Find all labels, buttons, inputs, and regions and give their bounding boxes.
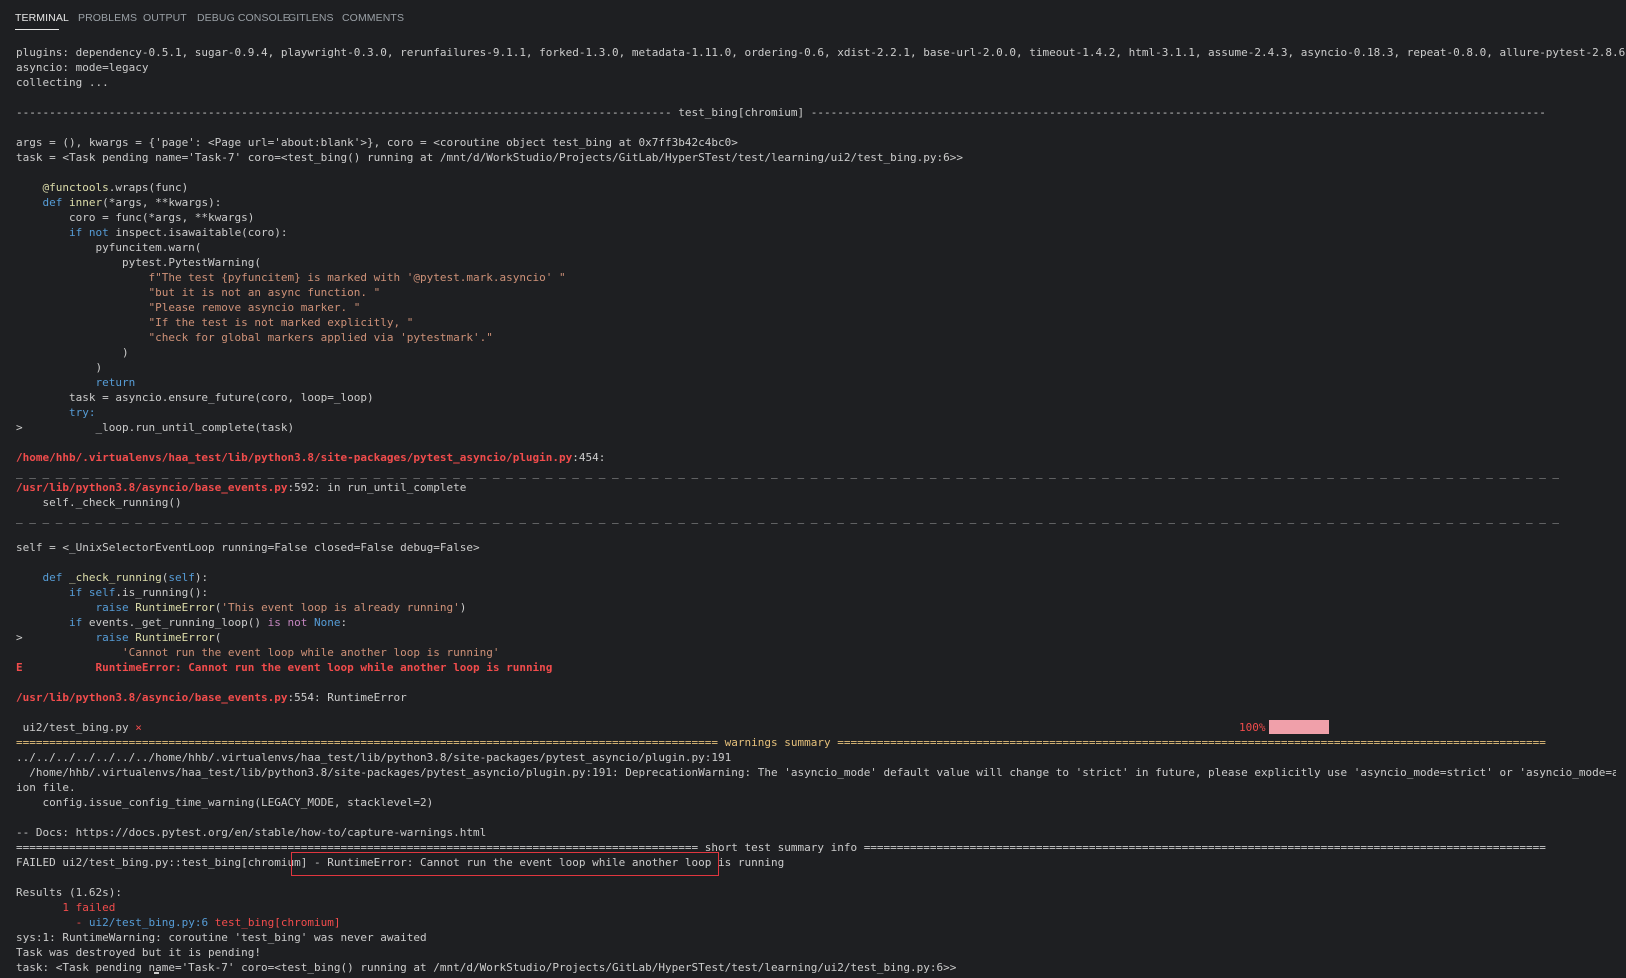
- terminal-line: Task was destroyed but it is pending!: [16, 946, 262, 959]
- code-line: if events._get_running_loop() is not Non…: [16, 616, 348, 629]
- code-line: > raise RuntimeError(: [16, 631, 222, 644]
- terminal-line: plugins: dependency-0.5.1, sugar-0.9.4, …: [16, 46, 1626, 59]
- terminal-line: asyncio: mode=legacy: [16, 61, 149, 74]
- code-line: 'Cannot run the event loop while another…: [16, 646, 500, 659]
- traceback-location: /usr/lib/python3.8/asyncio/base_events.p…: [16, 481, 467, 494]
- code-line: "but it is not an async function. ": [16, 286, 381, 299]
- failed-count: 1 failed: [16, 901, 116, 914]
- terminal-line: /home/hhb/.virtualenvs/haa_test/lib/pyth…: [16, 766, 1616, 779]
- code-line: try:: [16, 406, 96, 419]
- terminal-line: ion file.: [16, 781, 76, 794]
- terminal-line: ../../../../../../../home/hhb/.virtualen…: [16, 751, 732, 764]
- terminal-line: collecting ...: [16, 76, 109, 89]
- terminal-output[interactable]: plugins: dependency-0.5.1, sugar-0.9.4, …: [0, 0, 1626, 978]
- terminal-line: sys:1: RuntimeWarning: coroutine 'test_b…: [16, 931, 427, 944]
- progress-percent: 100%: [1239, 721, 1266, 734]
- traceback-location: /home/hhb/.virtualenvs/haa_test/lib/pyth…: [16, 451, 606, 464]
- terminal-line: self = <_UnixSelectorEventLoop running=F…: [16, 541, 480, 554]
- code-line: pytest.PytestWarning(: [16, 256, 262, 269]
- failed-item: - ui2/test_bing.py:6 test_bing[chromium]: [16, 916, 341, 929]
- terminal-cursor: [154, 972, 159, 974]
- test-file-progress: ui2/test_bing.py ×: [16, 721, 142, 734]
- code-line: def inner(*args, **kwargs):: [16, 196, 222, 209]
- code-line: "Please remove asyncio marker. ": [16, 301, 361, 314]
- error-highlight-box: [291, 852, 719, 876]
- traceback-location: /usr/lib/python3.8/asyncio/base_events.p…: [16, 691, 407, 704]
- code-line: > _loop.run_until_complete(task): [16, 421, 295, 434]
- terminal-line: task = <Task pending name='Task-7' coro=…: [16, 151, 964, 164]
- code-line: task = asyncio.ensure_future(coro, loop=…: [16, 391, 374, 404]
- code-line: def _check_running(self):: [16, 571, 209, 584]
- docs-link[interactable]: -- Docs: https://docs.pytest.org/en/stab…: [16, 825, 486, 840]
- code-line: if not inspect.isawaitable(coro):: [16, 226, 288, 239]
- code-line: "check for global markers applied via 'p…: [16, 331, 493, 344]
- terminal-line: config.issue_config_time_warning(LEGACY_…: [16, 796, 434, 809]
- code-line: @functools.wraps(func): [16, 181, 189, 194]
- code-line: coro = func(*args, **kwargs): [16, 211, 255, 224]
- code-line: self._check_running(): [16, 496, 182, 509]
- code-line: ): [16, 361, 103, 374]
- progress-bar: [1269, 720, 1329, 734]
- code-line: pyfuncitem.warn(: [16, 241, 202, 254]
- code-line: raise RuntimeError('This event loop is a…: [16, 601, 467, 614]
- traceback-separator: _ _ _ _ _ _ _ _ _ _ _ _ _ _ _ _ _ _ _ _ …: [16, 466, 1560, 479]
- short-summary-rule: ========================================…: [16, 841, 1546, 854]
- warnings-summary-rule: ========================================…: [16, 736, 1546, 749]
- code-line: return: [16, 376, 136, 389]
- code-line: E RuntimeError: Cannot run the event loo…: [16, 661, 553, 674]
- code-line: ): [16, 346, 129, 359]
- terminal-line: Results (1.62s):: [16, 886, 122, 899]
- code-line: "If the test is not marked explicitly, ": [16, 316, 414, 329]
- traceback-separator: _ _ _ _ _ _ _ _ _ _ _ _ _ _ _ _ _ _ _ _ …: [16, 511, 1560, 524]
- code-line: f"The test {pyfuncitem} is marked with '…: [16, 271, 566, 284]
- terminal-line: args = (), kwargs = {'page': <Page url='…: [16, 136, 738, 149]
- test-header-rule: ----------------------------------------…: [16, 106, 1546, 119]
- code-line: if self.is_running():: [16, 586, 209, 599]
